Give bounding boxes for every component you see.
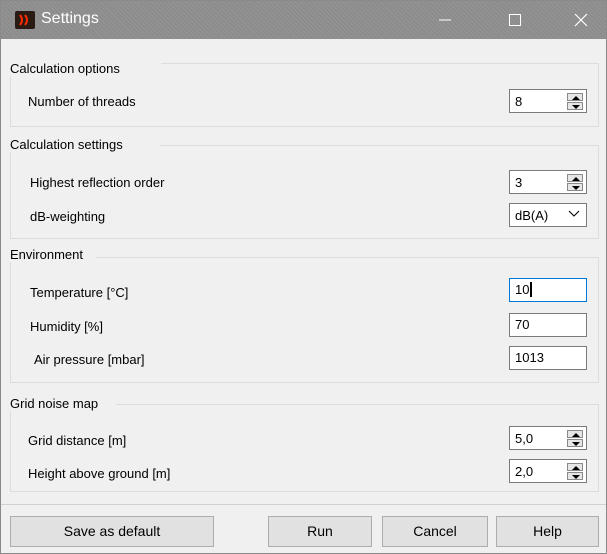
button-bar-divider [1,504,606,505]
reflection-order-value: 3 [515,175,523,190]
maximize-icon [509,14,521,26]
group-divider [160,145,598,146]
temperature-input[interactable]: 10 [509,278,587,302]
settings-window: Settings Calculation options Number of t… [0,0,607,554]
text-caret [530,282,532,297]
reflection-order-label: Highest reflection order [30,175,165,190]
height-above-ground-value: 2,0 [515,464,534,479]
grid-distance-value: 5,0 [515,431,534,446]
threads-spinbox[interactable]: 8 [509,89,587,113]
temperature-label: Temperature [°C] [30,285,129,300]
height-above-ground-spinbox[interactable]: 2,0 [509,459,587,483]
temperature-value: 10 [515,282,530,297]
db-weighting-label: dB-weighting [30,209,106,224]
environment-title: Environment [10,247,86,262]
close-button[interactable] [560,1,606,39]
db-weighting-select[interactable]: dB(A) [509,203,587,227]
title-bar[interactable]: Settings [1,1,606,39]
minimize-button[interactable] [424,1,470,39]
minimize-icon [439,19,451,21]
close-icon [574,13,588,27]
spin-arrows-icon[interactable] [567,430,583,447]
grid-distance-label: Grid distance [m] [28,433,127,448]
spin-arrows-icon[interactable] [567,174,583,191]
maximize-button[interactable] [494,1,540,39]
db-weighting-value: dB(A) [515,208,549,223]
spin-arrows-icon[interactable] [567,93,583,110]
grid-noise-map-title: Grid noise map [10,396,102,411]
humidity-label: Humidity [%] [30,319,103,334]
app-logo-icon [15,11,35,29]
group-divider [161,63,598,64]
reflection-order-spinbox[interactable]: 3 [509,170,587,194]
group-divider [116,404,598,405]
calculation-settings-title: Calculation settings [10,137,126,152]
height-above-ground-label: Height above ground [m] [28,466,171,481]
threads-label: Number of threads [28,94,136,109]
air-pressure-input[interactable]: 1013 [509,346,587,370]
chevron-down-icon [568,210,580,217]
window-title: Settings [41,10,99,27]
humidity-input[interactable]: 70 [509,313,587,337]
air-pressure-label: Air pressure [mbar] [34,352,145,367]
air-pressure-value: 1013 [515,350,544,365]
spin-arrows-icon[interactable] [567,463,583,480]
save-as-default-button[interactable]: Save as default [10,516,214,547]
run-button[interactable]: Run [268,516,372,547]
grid-distance-spinbox[interactable]: 5,0 [509,426,587,450]
cancel-button[interactable]: Cancel [382,516,488,547]
threads-value: 8 [515,94,523,109]
calculation-options-title: Calculation options [10,61,123,76]
group-divider [96,257,598,258]
help-button[interactable]: Help [496,516,599,547]
humidity-value: 70 [515,317,530,332]
